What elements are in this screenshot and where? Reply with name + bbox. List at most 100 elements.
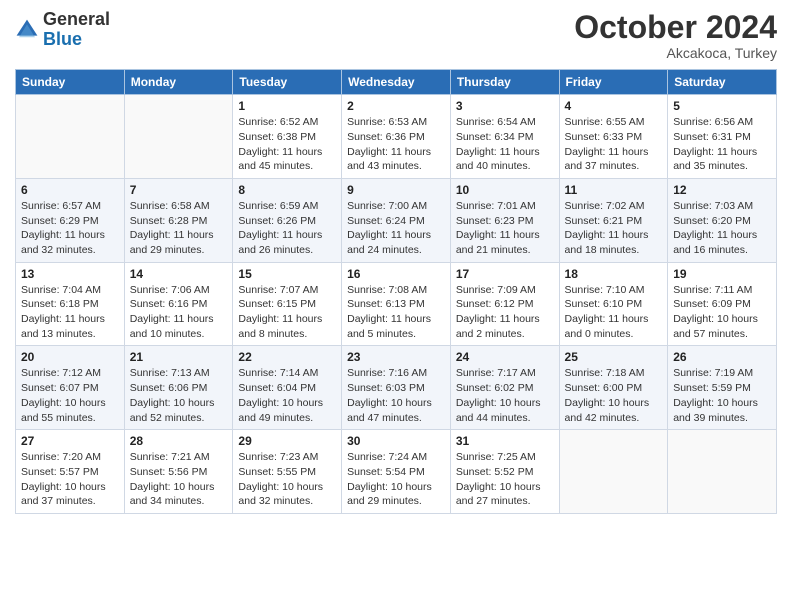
day-number: 16 bbox=[347, 267, 445, 281]
calendar-day-cell: 18 Sunrise: 7:10 AMSunset: 6:10 PMDayligh… bbox=[559, 262, 668, 346]
day-detail: Sunrise: 7:17 AMSunset: 6:02 PMDaylight:… bbox=[456, 366, 554, 425]
calendar-day-cell: 22 Sunrise: 7:14 AMSunset: 6:04 PMDayligh… bbox=[233, 346, 342, 430]
title-block: October 2024 Akcakoca, Turkey bbox=[574, 10, 777, 61]
calendar-day-cell: 23 Sunrise: 7:16 AMSunset: 6:03 PMDayligh… bbox=[342, 346, 451, 430]
day-detail: Sunrise: 7:07 AMSunset: 6:15 PMDaylight:… bbox=[238, 283, 336, 342]
day-detail: Sunrise: 7:24 AMSunset: 5:54 PMDaylight:… bbox=[347, 450, 445, 509]
day-of-week-header: Monday bbox=[124, 70, 233, 95]
calendar-day-cell bbox=[124, 95, 233, 179]
day-number: 17 bbox=[456, 267, 554, 281]
calendar-day-cell: 14 Sunrise: 7:06 AMSunset: 6:16 PMDayligh… bbox=[124, 262, 233, 346]
day-detail: Sunrise: 7:25 AMSunset: 5:52 PMDaylight:… bbox=[456, 450, 554, 509]
calendar-table: SundayMondayTuesdayWednesdayThursdayFrid… bbox=[15, 69, 777, 514]
day-detail: Sunrise: 7:23 AMSunset: 5:55 PMDaylight:… bbox=[238, 450, 336, 509]
calendar-day-cell: 28 Sunrise: 7:21 AMSunset: 5:56 PMDayligh… bbox=[124, 430, 233, 514]
day-of-week-header: Friday bbox=[559, 70, 668, 95]
day-number: 1 bbox=[238, 99, 336, 113]
day-number: 28 bbox=[130, 434, 228, 448]
calendar-day-cell: 1Sunrise: 6:52 AMSunset: 6:38 PMDaylight… bbox=[233, 95, 342, 179]
calendar-day-cell: 11Sunrise: 7:02 AMSunset: 6:21 PMDayligh… bbox=[559, 178, 668, 262]
day-detail: Sunrise: 7:10 AMSunset: 6:10 PMDaylight:… bbox=[565, 283, 663, 342]
calendar-day-cell bbox=[559, 430, 668, 514]
day-detail: Sunrise: 6:53 AMSunset: 6:36 PMDaylight:… bbox=[347, 115, 445, 174]
day-number: 14 bbox=[130, 267, 228, 281]
day-detail: Sunrise: 7:11 AMSunset: 6:09 PMDaylight:… bbox=[673, 283, 771, 342]
day-detail: Sunrise: 7:16 AMSunset: 6:03 PMDaylight:… bbox=[347, 366, 445, 425]
calendar-day-cell: 5 Sunrise: 6:56 AMSunset: 6:31 PMDaylight… bbox=[668, 95, 777, 179]
month-year-title: October 2024 bbox=[574, 10, 777, 45]
day-detail: Sunrise: 6:57 AMSunset: 6:29 PMDaylight:… bbox=[21, 199, 119, 258]
day-number: 2 bbox=[347, 99, 445, 113]
calendar-day-cell bbox=[16, 95, 125, 179]
day-number: 15 bbox=[238, 267, 336, 281]
day-number: 29 bbox=[238, 434, 336, 448]
day-detail: Sunrise: 7:00 AMSunset: 6:24 PMDaylight:… bbox=[347, 199, 445, 258]
calendar-day-cell: 7 Sunrise: 6:58 AMSunset: 6:28 PMDaylight… bbox=[124, 178, 233, 262]
logo-icon bbox=[15, 18, 39, 42]
calendar-day-cell: 2 Sunrise: 6:53 AMSunset: 6:36 PMDaylight… bbox=[342, 95, 451, 179]
day-detail: Sunrise: 6:54 AMSunset: 6:34 PMDaylight:… bbox=[456, 115, 554, 174]
calendar-day-cell: 27 Sunrise: 7:20 AMSunset: 5:57 PMDayligh… bbox=[16, 430, 125, 514]
day-of-week-header: Saturday bbox=[668, 70, 777, 95]
calendar-week-row: 6 Sunrise: 6:57 AMSunset: 6:29 PMDaylight… bbox=[16, 178, 777, 262]
calendar-day-cell: 12Sunrise: 7:03 AMSunset: 6:20 PMDayligh… bbox=[668, 178, 777, 262]
day-of-week-header: Wednesday bbox=[342, 70, 451, 95]
day-detail: Sunrise: 7:06 AMSunset: 6:16 PMDaylight:… bbox=[130, 283, 228, 342]
day-number: 24 bbox=[456, 350, 554, 364]
day-detail: Sunrise: 7:13 AMSunset: 6:06 PMDaylight:… bbox=[130, 366, 228, 425]
day-number: 18 bbox=[565, 267, 663, 281]
calendar-day-cell: 29 Sunrise: 7:23 AMSunset: 5:55 PMDayligh… bbox=[233, 430, 342, 514]
calendar-day-cell: 10 Sunrise: 7:01 AMSunset: 6:23 PMDayligh… bbox=[450, 178, 559, 262]
day-detail: Sunrise: 7:19 AMSunset: 5:59 PMDaylight:… bbox=[673, 366, 771, 425]
calendar-week-row: 20Sunrise: 7:12 AMSunset: 6:07 PMDayligh… bbox=[16, 346, 777, 430]
day-number: 7 bbox=[130, 183, 228, 197]
day-number: 13 bbox=[21, 267, 119, 281]
calendar-day-cell: 20Sunrise: 7:12 AMSunset: 6:07 PMDayligh… bbox=[16, 346, 125, 430]
day-number: 27 bbox=[21, 434, 119, 448]
day-of-week-header: Tuesday bbox=[233, 70, 342, 95]
calendar-day-cell: 17 Sunrise: 7:09 AMSunset: 6:12 PMDayligh… bbox=[450, 262, 559, 346]
day-number: 25 bbox=[565, 350, 663, 364]
day-detail: Sunrise: 7:04 AMSunset: 6:18 PMDaylight:… bbox=[21, 283, 119, 342]
day-number: 12 bbox=[673, 183, 771, 197]
calendar-header-row: SundayMondayTuesdayWednesdayThursdayFrid… bbox=[16, 70, 777, 95]
day-number: 19 bbox=[673, 267, 771, 281]
day-number: 6 bbox=[21, 183, 119, 197]
day-detail: Sunrise: 7:14 AMSunset: 6:04 PMDaylight:… bbox=[238, 366, 336, 425]
day-detail: Sunrise: 7:08 AMSunset: 6:13 PMDaylight:… bbox=[347, 283, 445, 342]
calendar-day-cell: 24 Sunrise: 7:17 AMSunset: 6:02 PMDayligh… bbox=[450, 346, 559, 430]
day-number: 22 bbox=[238, 350, 336, 364]
calendar-day-cell: 31 Sunrise: 7:25 AMSunset: 5:52 PMDayligh… bbox=[450, 430, 559, 514]
day-detail: Sunrise: 7:09 AMSunset: 6:12 PMDaylight:… bbox=[456, 283, 554, 342]
calendar-day-cell: 3Sunrise: 6:54 AMSunset: 6:34 PMDaylight… bbox=[450, 95, 559, 179]
day-detail: Sunrise: 7:20 AMSunset: 5:57 PMDaylight:… bbox=[21, 450, 119, 509]
logo-general-text: General bbox=[43, 9, 110, 29]
calendar-day-cell bbox=[668, 430, 777, 514]
day-detail: Sunrise: 6:55 AMSunset: 6:33 PMDaylight:… bbox=[565, 115, 663, 174]
day-detail: Sunrise: 7:12 AMSunset: 6:07 PMDaylight:… bbox=[21, 366, 119, 425]
calendar-day-cell: 13 Sunrise: 7:04 AMSunset: 6:18 PMDayligh… bbox=[16, 262, 125, 346]
day-number: 9 bbox=[347, 183, 445, 197]
day-number: 31 bbox=[456, 434, 554, 448]
calendar-day-cell: 26 Sunrise: 7:19 AMSunset: 5:59 PMDayligh… bbox=[668, 346, 777, 430]
day-of-week-header: Sunday bbox=[16, 70, 125, 95]
day-number: 21 bbox=[130, 350, 228, 364]
calendar-week-row: 1Sunrise: 6:52 AMSunset: 6:38 PMDaylight… bbox=[16, 95, 777, 179]
day-number: 4 bbox=[565, 99, 663, 113]
day-detail: Sunrise: 7:21 AMSunset: 5:56 PMDaylight:… bbox=[130, 450, 228, 509]
logo-blue-text: Blue bbox=[43, 29, 82, 49]
day-number: 5 bbox=[673, 99, 771, 113]
day-detail: Sunrise: 6:58 AMSunset: 6:28 PMDaylight:… bbox=[130, 199, 228, 258]
day-detail: Sunrise: 7:01 AMSunset: 6:23 PMDaylight:… bbox=[456, 199, 554, 258]
day-number: 26 bbox=[673, 350, 771, 364]
calendar-day-cell: 30 Sunrise: 7:24 AMSunset: 5:54 PMDayligh… bbox=[342, 430, 451, 514]
location-subtitle: Akcakoca, Turkey bbox=[574, 45, 777, 61]
day-detail: Sunrise: 6:56 AMSunset: 6:31 PMDaylight:… bbox=[673, 115, 771, 174]
calendar-day-cell: 16 Sunrise: 7:08 AMSunset: 6:13 PMDayligh… bbox=[342, 262, 451, 346]
day-number: 11 bbox=[565, 183, 663, 197]
day-number: 10 bbox=[456, 183, 554, 197]
day-number: 30 bbox=[347, 434, 445, 448]
day-number: 23 bbox=[347, 350, 445, 364]
day-number: 8 bbox=[238, 183, 336, 197]
calendar-day-cell: 21 Sunrise: 7:13 AMSunset: 6:06 PMDayligh… bbox=[124, 346, 233, 430]
